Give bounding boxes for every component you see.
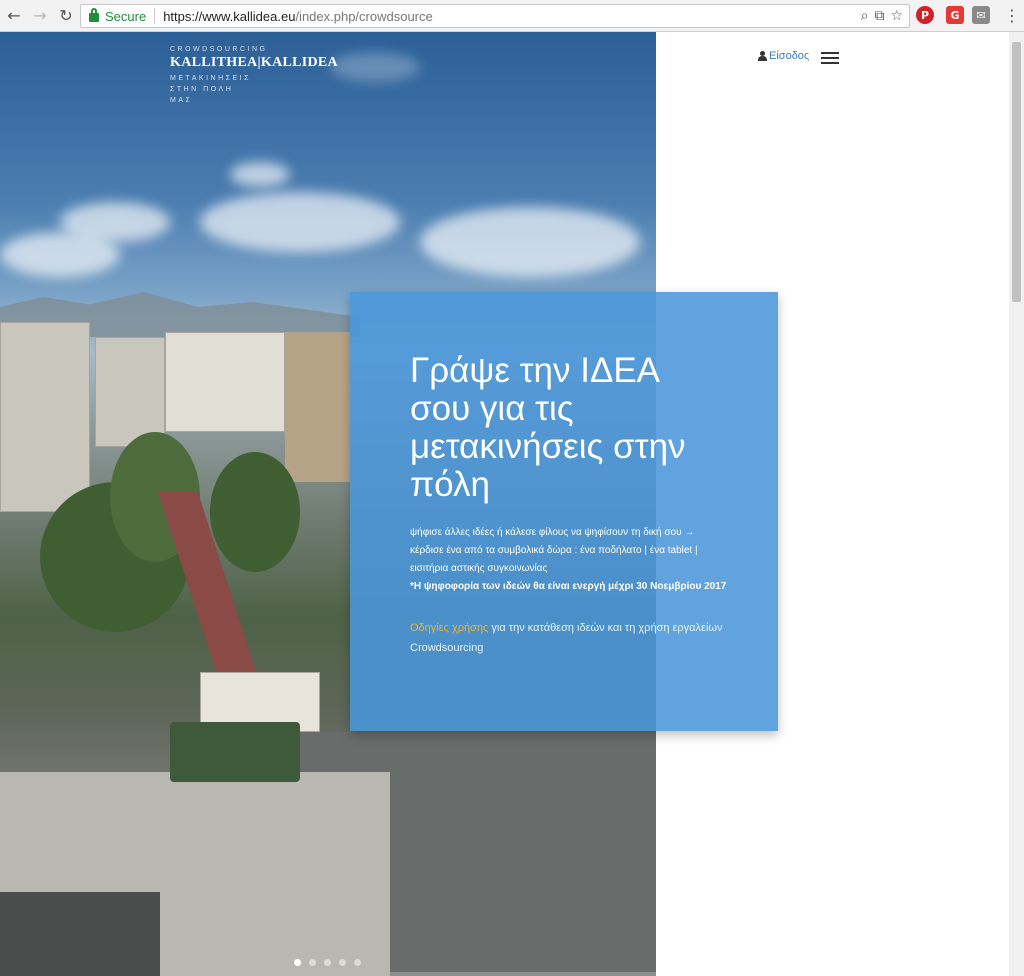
login-link[interactable]: Είσοδος: [758, 50, 809, 62]
page-scrollbar[interactable]: [1009, 32, 1024, 976]
site-logo[interactable]: CROWDSOURCING KALLITHEA|KALLIDEA ΜΕΤΑΚΙΝ…: [170, 46, 338, 106]
logo-wordmark: KALLITHEA|KALLIDEA: [170, 55, 338, 70]
logo-tagline-bottom: ΜΕΤΑΚΙΝΗΣΕΙΣ ΣΤΗΝ ΠΟΛΗ ΜΑΣ: [170, 75, 251, 104]
scrollbar-thumb[interactable]: [1012, 42, 1021, 302]
address-bar[interactable]: Secure https://www.kallidea.eu/index.php…: [80, 4, 910, 28]
carousel-dot-3[interactable]: [324, 959, 331, 966]
page: CROWDSOURCING KALLITHEA|KALLIDEA ΜΕΤΑΚΙΝ…: [0, 32, 1024, 976]
login-label: Είσοδος: [769, 50, 810, 62]
zoom-icon[interactable]: ⌕: [861, 8, 869, 24]
hero-line-2: κέρδισε ένα από τα συμβολικά δώρα : ένα …: [410, 545, 698, 556]
user-icon: [758, 51, 767, 61]
carousel-dots: [294, 959, 361, 966]
lock-icon: [89, 7, 99, 22]
hero-guide: Οδηγίες χρήσης για την κατάθεση ιδεών κα…: [410, 618, 728, 658]
hero-voting-note: *Η ψηφοφορία των ιδεών θα είναι ενεργή μ…: [410, 581, 727, 592]
hero-description: ψήφισε άλλες ιδέες ή κάλεσε φίλους να ψη…: [410, 524, 728, 596]
browser-menu-icon[interactable]: ⋮: [1004, 6, 1020, 25]
hero-card: Γράψε την ΙΔΕΑ σου για τις μετακινήσεις …: [350, 292, 778, 731]
back-arrow-icon[interactable]: ←: [2, 4, 26, 28]
hamburger-menu-icon[interactable]: [821, 52, 839, 64]
url-host: https://www.kallidea.eu: [163, 8, 296, 24]
forward-arrow-icon[interactable]: →: [28, 4, 52, 28]
carousel-dot-4[interactable]: [339, 959, 346, 966]
bookmark-star-icon[interactable]: ☆: [890, 8, 903, 24]
hero-title: Γράψε την ΙΔΕΑ σου για τις μετακινήσεις …: [410, 351, 686, 504]
carousel-dot-2[interactable]: [309, 959, 316, 966]
pinterest-extension-icon[interactable]: P: [916, 6, 934, 24]
g-extension-icon[interactable]: G: [946, 6, 964, 24]
translate-icon[interactable]: ⧉: [874, 8, 884, 24]
mail-extension-icon[interactable]: ✉: [972, 6, 990, 24]
carousel-dot-1[interactable]: [294, 959, 301, 966]
hero-line-3: εισιτήρια αστικής συγκοινωνίας: [410, 563, 548, 574]
reload-icon[interactable]: ↻: [54, 4, 78, 28]
url-path: /index.php/crowdsource: [295, 8, 433, 24]
browser-toolbar: ← → ↻ Secure https://www.kallidea.eu/ind…: [0, 0, 1024, 32]
address-separator: [154, 8, 156, 24]
hero-line-1: ψήφισε άλλες ιδέες ή κάλεσε φίλους να ψη…: [410, 527, 695, 538]
carousel-dot-5[interactable]: [354, 959, 361, 966]
usage-instructions-link[interactable]: Οδηγίες χρήσης: [410, 622, 488, 634]
logo-tagline-top: CROWDSOURCING: [170, 46, 268, 53]
secure-label: Secure: [105, 8, 147, 24]
